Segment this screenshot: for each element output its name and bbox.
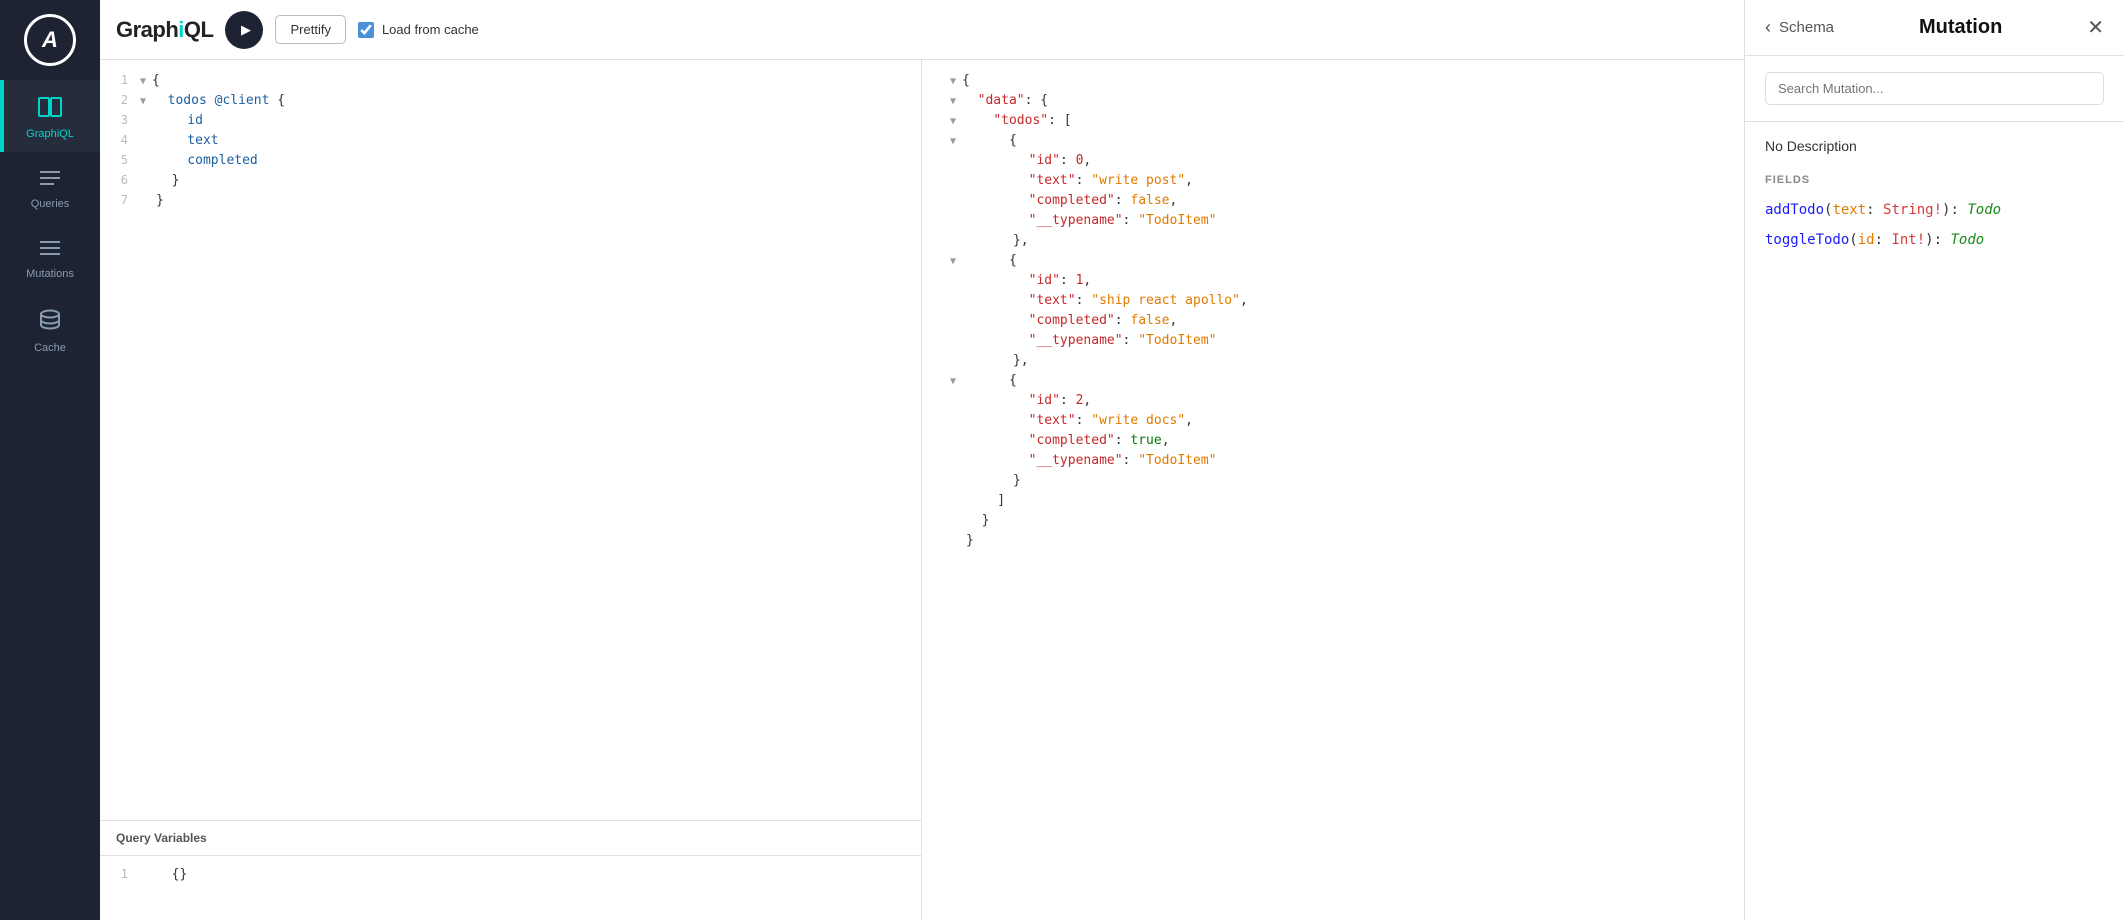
out-collapse-2[interactable]: ▼ [950,96,962,108]
var-line-1: 1 {} [100,866,921,886]
out-line-11: "id": 1, [922,272,1744,292]
out-collapse-10[interactable]: ▼ [950,256,962,268]
out-line-20: "__typename": "TodoItem" [922,452,1744,472]
out-line-12: "text": "ship react apollo", [922,292,1744,312]
run-button[interactable] [225,11,263,49]
sidebar-item-label-graphiql: GraphiQL [26,128,74,140]
out-line-1: ▼ { [922,72,1744,92]
out-line-8: "__typename": "TodoItem" [922,212,1744,232]
schema-panel: ‹ Schema Mutation ✕ No Description FIELD… [1744,0,2124,920]
schema-fields-label: FIELDS [1765,174,2104,186]
out-line-3: ▼ "todos": [ [922,112,1744,132]
out-line-9: }, [922,232,1744,252]
out-line-7: "completed": false, [922,192,1744,212]
sidebar-item-mutations[interactable]: Mutations [0,222,100,292]
schema-search [1745,56,2124,122]
logo-icon: A [24,14,76,66]
editor-line-6: 6 } [100,172,921,192]
load-cache-checkbox[interactable] [358,22,374,38]
out-line-17: "id": 2, [922,392,1744,412]
editor-line-5: 5 completed [100,152,921,172]
collapse-arrow-2[interactable]: ▼ [140,96,152,108]
back-chevron-icon: ‹ [1765,17,1771,38]
query-variables-body[interactable]: 1 {} [100,856,921,896]
title-highlight: i [178,17,184,42]
schema-field-add-todo[interactable]: addTodo(text: String!): Todo [1765,202,2104,218]
editor-line-7: 7 } [100,192,921,212]
out-line-10: ▼ { [922,252,1744,272]
sidebar-logo: A [0,0,100,80]
load-cache-text: Load from cache [382,22,479,37]
sidebar-item-cache[interactable]: Cache [0,292,100,366]
out-line-19: "completed": true, [922,432,1744,452]
graphiql-icon [37,96,63,124]
out-line-5: "id": 0, [922,152,1744,172]
mutations-icon [38,238,62,264]
out-line-24: } [922,532,1744,552]
out-line-18: "text": "write docs", [922,412,1744,432]
schema-panel-title: Mutation [1919,16,2002,39]
schema-body: No Description FIELDS addTodo(text: Stri… [1745,122,2124,920]
left-pane: 1 ▼ { 2 ▼ todos @client { 3 id [100,60,922,920]
out-line-15: }, [922,352,1744,372]
editor-area: 1 ▼ { 2 ▼ todos @client { 3 id [100,60,1744,920]
schema-header: ‹ Schema Mutation ✕ [1745,0,2124,56]
out-line-23: } [922,512,1744,532]
query-variables-header: Query Variables [100,821,921,856]
collapse-arrow-1[interactable]: ▼ [140,76,152,88]
schema-search-input[interactable] [1765,72,2104,105]
schema-back-nav[interactable]: ‹ Schema [1765,17,1834,38]
right-pane: ▼ { ▼ "data": { ▼ "todos": [ ▼ { [922,60,1744,920]
out-collapse-16[interactable]: ▼ [950,376,962,388]
editor-line-2: 2 ▼ todos @client { [100,92,921,112]
out-line-16: ▼ { [922,372,1744,392]
out-line-21: } [922,472,1744,492]
out-collapse-4[interactable]: ▼ [950,136,962,148]
sidebar-item-queries[interactable]: Queries [0,152,100,222]
close-button[interactable]: ✕ [2087,18,2104,38]
queries-icon [38,168,62,194]
schema-no-description: No Description [1765,138,2104,154]
editor-line-4: 4 text [100,132,921,152]
main-content: GraphiQL Prettify Load from cache 1 ▼ { … [100,0,1744,920]
out-line-4: ▼ { [922,132,1744,152]
sidebar-item-label-cache: Cache [34,342,66,354]
out-line-6: "text": "write post", [922,172,1744,192]
schema-back-label: Schema [1779,19,1834,36]
sidebar-item-graphiql[interactable]: GraphiQL [0,80,100,152]
app-title: GraphiQL [116,17,213,43]
out-line-14: "__typename": "TodoItem" [922,332,1744,352]
cache-icon [38,308,62,338]
sidebar-item-label-mutations: Mutations [26,268,74,280]
out-line-22: ] [922,492,1744,512]
toolbar: GraphiQL Prettify Load from cache [100,0,1744,60]
prettify-button[interactable]: Prettify [275,15,345,44]
out-collapse-1[interactable]: ▼ [950,76,962,88]
out-line-13: "completed": false, [922,312,1744,332]
editor-line-1: 1 ▼ { [100,72,921,92]
query-editor[interactable]: 1 ▼ { 2 ▼ todos @client { 3 id [100,60,921,820]
sidebar: A GraphiQL Queries [0,0,100,920]
out-line-2: ▼ "data": { [922,92,1744,112]
sidebar-item-label-queries: Queries [31,198,70,210]
load-cache-label[interactable]: Load from cache [358,22,479,38]
query-variables: Query Variables 1 {} [100,820,921,920]
sidebar-navigation: GraphiQL Queries Mutations [0,80,100,366]
out-collapse-3[interactable]: ▼ [950,116,962,128]
schema-field-toggle-todo[interactable]: toggleTodo(id: Int!): Todo [1765,232,2104,248]
editor-line-3: 3 id [100,112,921,132]
